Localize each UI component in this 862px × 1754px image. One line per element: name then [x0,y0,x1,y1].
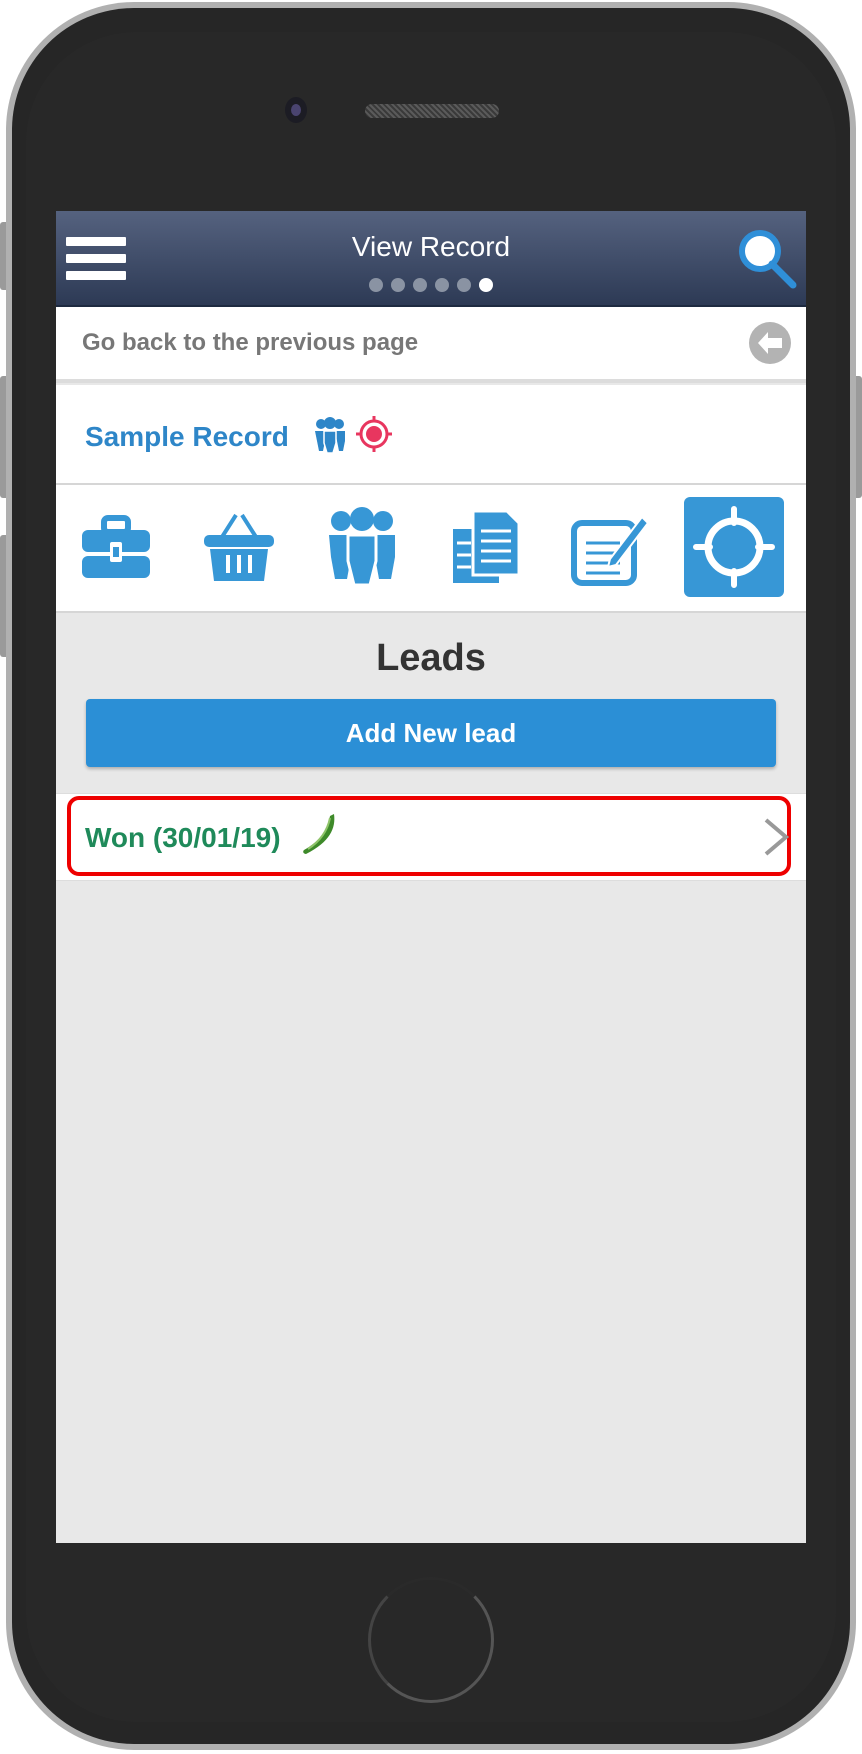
volume-up-button [0,376,6,498]
leads-section: Leads Add New lead Won (30/01/19) [56,613,806,1543]
lead-status-label: Won (30/01/19) [85,822,281,853]
page-dot[interactable] [457,278,471,292]
top-header: View Record [56,211,806,307]
tab-leads[interactable] [684,497,784,597]
earpiece-speaker [365,104,499,118]
page-dot[interactable] [391,278,405,292]
mute-switch [0,222,6,290]
record-header: Sample Record [56,385,806,485]
target-icon [693,506,775,588]
edit-note-icon [571,515,650,586]
tab-documents[interactable] [436,497,536,597]
pepper-icon [303,814,335,854]
page-title: View Record [351,231,511,262]
page-indicator [56,278,806,292]
briefcase-icon [82,515,150,578]
add-new-lead-button[interactable]: Add New lead [86,699,776,767]
back-arrow-icon[interactable] [748,321,792,365]
group-icon [315,417,345,453]
page-dot[interactable] [413,278,427,292]
front-camera [285,97,307,123]
documents-icon [453,509,521,583]
record-name: Sample Record [85,421,289,452]
tab-notes[interactable] [560,497,660,597]
power-button [856,376,862,498]
home-button[interactable] [368,1577,494,1703]
section-title: Leads [376,637,486,679]
basket-icon [204,513,274,581]
tab-contacts[interactable] [312,497,412,597]
page-dot[interactable] [435,278,449,292]
chevron-right-icon[interactable] [762,816,790,858]
app-screen: View Record Go back to the previous page… [56,211,806,1543]
group-icon [329,507,395,587]
back-link[interactable]: Go back to the previous page [56,307,806,383]
volume-down-button [0,535,6,657]
page-dot-active[interactable] [479,278,493,292]
back-link-label: Go back to the previous page [82,329,419,356]
list-item[interactable]: Won (30/01/19) [56,793,806,881]
search-icon[interactable] [736,227,798,289]
target-icon [356,416,392,452]
page-dot[interactable] [369,278,383,292]
record-tabs [56,485,806,613]
tab-basket[interactable] [189,497,289,597]
tab-briefcase[interactable] [66,497,166,597]
